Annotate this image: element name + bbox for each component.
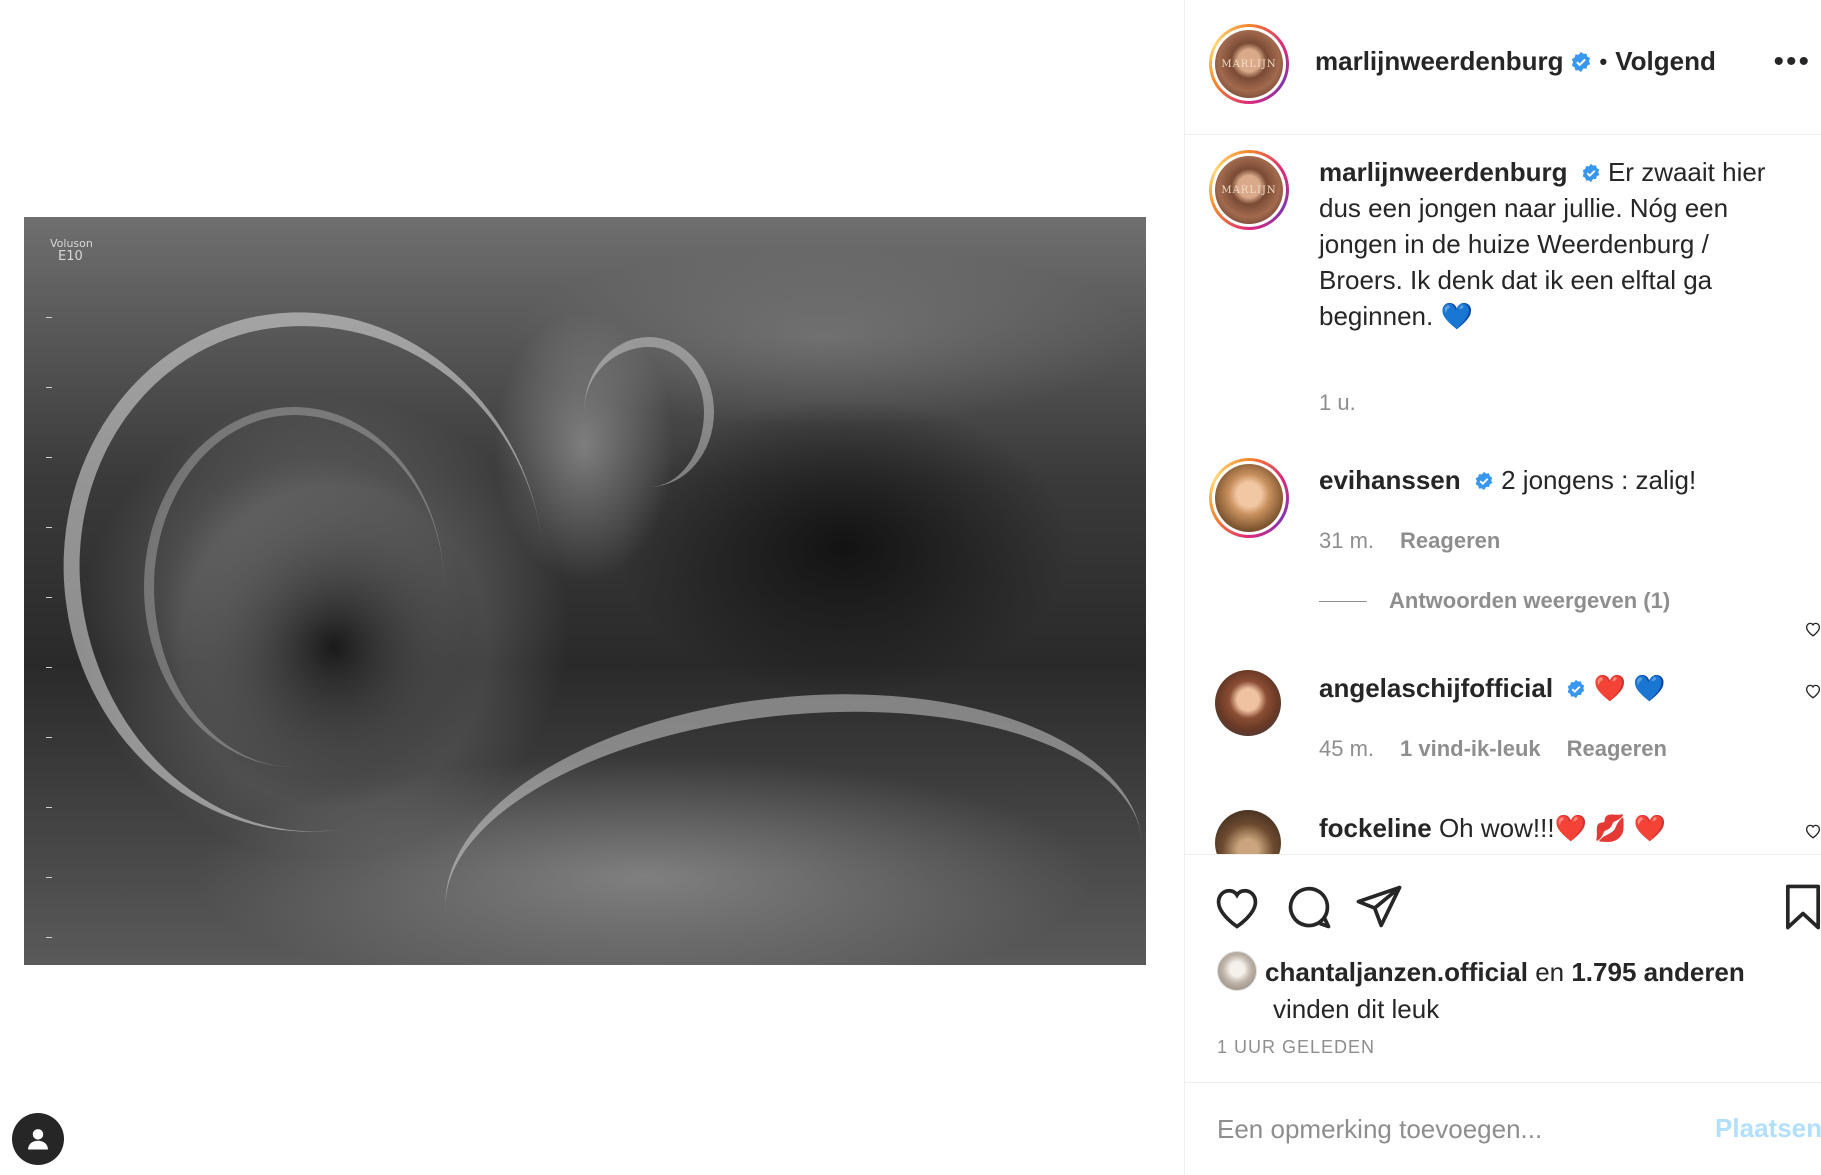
post-image-ultrasound[interactable]: Voluson E10	[24, 217, 1146, 965]
post-timestamp[interactable]: 1 UUR GELEDEN	[1217, 1037, 1375, 1058]
ultrasound-body-contour	[427, 661, 1146, 965]
verified-badge-icon	[1568, 679, 1585, 699]
ultrasound-label-model: E10	[58, 249, 83, 264]
like-comment-heart-icon[interactable]	[1804, 822, 1821, 840]
comment-username[interactable]: evihanssen	[1319, 465, 1461, 495]
comment-bubble-icon[interactable]	[1283, 881, 1335, 933]
ultrasound-hand-contour	[584, 337, 714, 487]
post-actions: chantaljanzen.official en 1.795 anderen …	[1185, 854, 1821, 1082]
more-options-icon[interactable]: •••	[1773, 47, 1811, 77]
like-comment-heart-icon[interactable]	[1804, 682, 1821, 700]
save-bookmark-icon[interactable]	[1777, 881, 1821, 933]
view-replies-label[interactable]: Antwoorden weergeven (1)	[1389, 588, 1670, 614]
reply-button[interactable]: Reageren	[1400, 528, 1500, 554]
author-username-link[interactable]: marlijnweerdenburg	[1315, 46, 1564, 77]
comments-list[interactable]: MARLIJN marlijnweerdenburg Er zwaait hie…	[1185, 136, 1821, 854]
post-side-pane: MARLIJN marlijnweerdenburg • Volgend •••…	[1184, 0, 1821, 1175]
liker-username[interactable]: chantaljanzen.official	[1265, 957, 1528, 987]
comment-text: 2 jongens : zalig!	[1501, 465, 1697, 495]
comment-time[interactable]: 45 m.	[1319, 736, 1374, 762]
post-header: MARLIJN marlijnweerdenburg • Volgend •••	[1185, 0, 1821, 135]
view-replies-button[interactable]: Antwoorden weergeven (1)	[1319, 588, 1670, 614]
like-heart-icon[interactable]	[1211, 881, 1263, 933]
caption-time[interactable]: 1 u.	[1319, 390, 1356, 416]
ultrasound-scale	[46, 317, 56, 938]
avatar-wordmark: MARLIJN	[1221, 184, 1277, 196]
likes-others-link[interactable]: 1.795 anderen	[1571, 957, 1744, 987]
commenter-avatar[interactable]	[1209, 458, 1289, 538]
add-comment-bar: Plaatsen	[1185, 1082, 1821, 1175]
ultrasound-inner-contour	[144, 407, 444, 767]
comment-likes-count[interactable]: 1 vind-ik-leuk	[1400, 736, 1541, 762]
author-avatar[interactable]: MARLIJN	[1209, 24, 1289, 104]
comment-meta: 45 m. 1 vind-ik-leuk Reageren	[1319, 736, 1667, 762]
share-send-icon[interactable]	[1353, 881, 1405, 933]
reply-button[interactable]: Reageren	[1567, 736, 1667, 762]
caption-meta: 1 u.	[1319, 390, 1356, 416]
likes-suffix: vinden dit leuk	[1273, 994, 1440, 1024]
avatar-wordmark: MARLIJN	[1221, 58, 1277, 70]
liker-avatar[interactable]	[1217, 951, 1257, 991]
header-separator: •	[1599, 48, 1608, 74]
account-button[interactable]	[12, 1113, 64, 1165]
verified-badge-icon	[1582, 163, 1599, 183]
caption-text-block: marlijnweerdenburg Er zwaait hier dus ee…	[1319, 154, 1799, 334]
comment-text-block: fockeline Oh wow!!!❤️ 💋 ❤️	[1319, 810, 1799, 846]
verified-badge-icon	[1475, 471, 1493, 491]
following-button[interactable]: Volgend	[1615, 46, 1716, 77]
ultrasound-label: Voluson E10	[50, 237, 93, 263]
verified-badge-icon	[1571, 51, 1590, 72]
comment-meta: 31 m. Reageren	[1319, 528, 1500, 554]
caption-author-avatar[interactable]: MARLIJN	[1209, 150, 1289, 230]
replies-divider	[1319, 600, 1367, 602]
comment-username[interactable]: angelaschijfofficial	[1319, 673, 1553, 703]
like-comment-heart-icon[interactable]	[1804, 620, 1821, 638]
post-comment-button[interactable]: Plaatsen	[1715, 1113, 1821, 1144]
header-user: marlijnweerdenburg • Volgend	[1315, 46, 1716, 77]
caption-username[interactable]: marlijnweerdenburg	[1319, 157, 1568, 187]
comment-text-block: angelaschijfofficial ❤️ 💙	[1319, 670, 1799, 706]
comment-input[interactable]	[1217, 1109, 1677, 1149]
comment-text: Oh wow!!!❤️ 💋 ❤️	[1438, 813, 1667, 843]
comment-text-block: evihanssen 2 jongens : zalig!	[1319, 462, 1799, 498]
commenter-avatar[interactable]	[1215, 670, 1281, 736]
comment-username[interactable]: fockeline	[1319, 813, 1432, 843]
user-icon	[28, 1129, 48, 1150]
likes-summary: chantaljanzen.official en 1.795 anderen …	[1217, 951, 1807, 1027]
commenter-avatar[interactable]	[1215, 810, 1281, 854]
comment-time[interactable]: 31 m.	[1319, 528, 1374, 554]
comment-text: ❤️ 💙	[1593, 673, 1666, 703]
media-pane: Voluson E10	[0, 0, 1182, 1175]
likes-connector: en	[1535, 957, 1565, 987]
